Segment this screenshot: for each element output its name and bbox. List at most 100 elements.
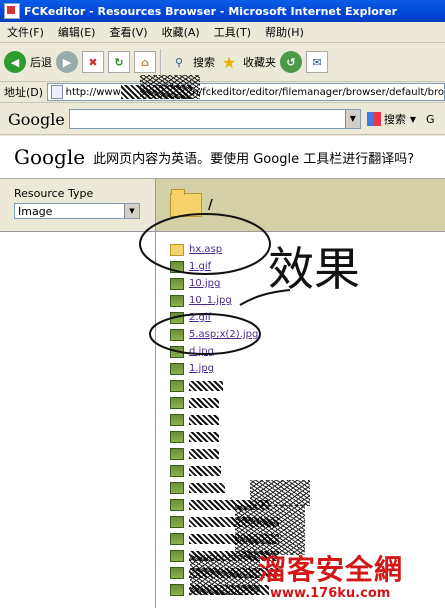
google-extra[interactable]: G	[426, 113, 435, 126]
chevron-down-icon[interactable]: ▼	[410, 115, 416, 124]
redacted-filename	[189, 448, 219, 459]
menu-favorites[interactable]: 收藏(A)	[155, 24, 207, 40]
toolbar-divider	[160, 49, 161, 75]
list-item-redacted[interactable]	[170, 411, 440, 428]
resource-type-panel: Resource Type Image ▼	[0, 179, 155, 232]
search-button[interactable]: ⚲ 搜索	[169, 52, 215, 72]
file-link[interactable]: 10_1.jpg	[189, 295, 232, 306]
address-label: 地址(D)	[4, 86, 44, 99]
image-file-icon	[170, 430, 184, 443]
image-file-icon	[170, 294, 184, 307]
address-input[interactable]: http://www n/fckeditor/editor/filemanage…	[47, 83, 445, 101]
redacted-filename	[189, 465, 221, 476]
google-logo: Google	[8, 109, 65, 129]
list-item[interactable]: hx.asp	[170, 241, 440, 258]
refresh-button[interactable]: ↻	[108, 51, 130, 73]
list-item[interactable]: 1.jpg	[170, 360, 440, 377]
list-item-redacted[interactable]	[170, 462, 440, 479]
back-label: 后退	[30, 56, 52, 69]
resource-browser: Resource Type Image ▼ / hx.asp 1.gif 10.…	[0, 179, 445, 608]
file-link[interactable]: hx.asp	[189, 244, 222, 255]
list-item-redacted[interactable]	[170, 445, 440, 462]
redacted-filename	[189, 397, 219, 408]
image-file-icon	[170, 260, 184, 273]
refresh-icon: ↻	[108, 51, 130, 73]
resource-type-select[interactable]: Image ▼	[14, 203, 140, 219]
image-file-icon	[170, 311, 184, 324]
watermark-url: www.176ku.com	[270, 586, 391, 601]
translate-message: 此网页内容为英语。要使用 Google 工具栏进行翻译吗?	[93, 151, 415, 167]
chevron-down-icon[interactable]: ▼	[124, 204, 139, 218]
favorites-label: 收藏夹	[243, 56, 276, 69]
image-file-icon	[170, 396, 184, 409]
file-link[interactable]: 1.gif	[189, 261, 211, 272]
window-title: FCKeditor - Resources Browser - Microsof…	[24, 4, 398, 18]
image-file-icon	[170, 566, 184, 579]
list-item-redacted[interactable]	[170, 428, 440, 445]
standard-toolbar: ◀ 后退 ▶ ✖ ↻ ⌂ ⚲ 搜索 ★ 收藏夹 ↺ ✉	[0, 43, 445, 82]
list-item[interactable]: d.jpg	[170, 343, 440, 360]
search-icon: ⚲	[174, 55, 184, 69]
folder-icon	[170, 243, 184, 256]
image-file-icon	[170, 345, 184, 358]
file-link[interactable]: 10.jpg	[189, 278, 220, 289]
file-link[interactable]: 1.jpg	[189, 363, 214, 374]
star-icon: ★	[221, 52, 237, 72]
redacted-filename	[189, 482, 225, 493]
menu-bar: 文件(F) 编辑(E) 查看(V) 收藏(A) 工具(T) 帮助(H)	[0, 22, 445, 43]
image-file-icon	[170, 362, 184, 375]
title-bar: FCKeditor - Resources Browser - Microsof…	[0, 0, 445, 22]
forward-button[interactable]: ▶	[56, 51, 78, 73]
address-url-end: n/fckeditor/editor/filemanager/browser/d…	[192, 86, 444, 98]
menu-view[interactable]: 查看(V)	[102, 24, 154, 40]
image-file-icon	[170, 583, 184, 596]
image-file-icon	[170, 515, 184, 528]
address-bar: 地址(D) http://www n/fckeditor/editor/file…	[0, 82, 445, 103]
menu-tools[interactable]: 工具(T)	[207, 24, 258, 40]
image-file-icon	[170, 549, 184, 562]
chevron-down-icon[interactable]: ▼	[344, 110, 360, 128]
list-item[interactable]: 10.jpg	[170, 275, 440, 292]
list-item[interactable]: 10_1.jpg	[170, 292, 440, 309]
home-icon: ⌂	[134, 51, 156, 73]
resource-type-value: Image	[18, 205, 53, 218]
history-button[interactable]: ↺	[280, 51, 302, 73]
google-search-icon	[366, 112, 381, 126]
stop-button[interactable]: ✖	[82, 51, 104, 73]
stop-icon: ✖	[82, 51, 104, 73]
list-item[interactable]: 5.asp;x(2).jpg	[170, 326, 440, 343]
image-file-icon	[170, 413, 184, 426]
list-item-redacted[interactable]	[170, 394, 440, 411]
google-search-button[interactable]: 搜索 ▼	[366, 111, 416, 127]
image-file-icon	[170, 464, 184, 477]
list-item-redacted[interactable]	[170, 530, 440, 547]
list-item-redacted[interactable]	[170, 513, 440, 530]
folder-icon	[170, 189, 202, 217]
file-link[interactable]: d.jpg	[189, 346, 214, 357]
list-item[interactable]: 2.gif	[170, 309, 440, 326]
menu-edit[interactable]: 编辑(E)	[51, 24, 103, 40]
back-arrow-icon: ◀	[4, 51, 26, 73]
current-folder-bar: /	[156, 179, 445, 232]
file-link[interactable]: 2.gif	[189, 312, 211, 323]
file-link[interactable]: 5.asp;x(2).jpg	[189, 329, 258, 340]
favorites-button[interactable]: ★ 收藏夹	[219, 52, 276, 72]
browser-app-icon	[4, 3, 20, 19]
back-button[interactable]: ◀ 后退	[4, 51, 52, 73]
file-list: hx.asp 1.gif 10.jpg 10_1.jpg 2.gif 5.asp…	[170, 241, 440, 598]
scribble-noise	[250, 480, 310, 506]
scribble-noise	[190, 555, 260, 595]
menu-file[interactable]: 文件(F)	[0, 24, 51, 40]
google-search-input[interactable]: ▼	[68, 109, 361, 129]
image-file-icon	[170, 277, 184, 290]
home-button[interactable]: ⌂	[134, 51, 156, 73]
redacted-filename	[189, 380, 223, 391]
list-item[interactable]: 1.gif	[170, 258, 440, 275]
current-path: /	[208, 197, 213, 213]
redacted-filename	[189, 431, 219, 442]
translate-bar: Google 此网页内容为英语。要使用 Google 工具栏进行翻译吗?	[0, 136, 445, 179]
mail-button[interactable]: ✉	[306, 51, 328, 73]
menu-help[interactable]: 帮助(H)	[258, 24, 311, 40]
image-file-icon	[170, 328, 184, 341]
list-item-redacted[interactable]	[170, 377, 440, 394]
